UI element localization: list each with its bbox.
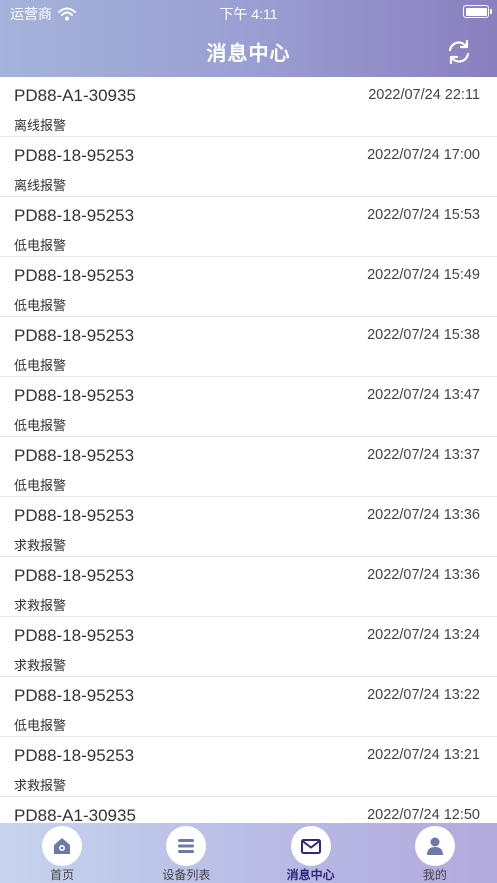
alarm-type: 离线报警: [14, 118, 67, 133]
message-time: 2022/07/24 12:50: [367, 807, 480, 823]
list-icon: [166, 826, 207, 866]
alarm-type: 低电报警: [14, 358, 67, 373]
message-item[interactable]: PD88-18-95253 2022/07/24 13:24 求救报警: [0, 617, 497, 677]
device-id: PD88-A1-30935: [14, 806, 136, 823]
alarm-type: 低电报警: [14, 478, 67, 493]
message-item[interactable]: PD88-A1-30935 2022/07/24 22:11 离线报警: [0, 77, 497, 137]
device-id: PD88-18-95253: [14, 146, 135, 165]
device-id: PD88-18-95253: [14, 746, 135, 765]
battery-icon: [463, 5, 492, 18]
message-item[interactable]: PD88-18-95253 2022/07/24 15:53 低电报警: [0, 197, 497, 257]
device-id: PD88-18-95253: [14, 686, 135, 705]
tab-bar: 首页 设备列表 消息中心 我的: [0, 823, 497, 883]
alarm-type: 低电报警: [14, 718, 67, 733]
page-title: 消息中心: [206, 43, 291, 65]
device-id: PD88-18-95253: [14, 386, 135, 405]
device-id: PD88-18-95253: [14, 326, 135, 345]
message-item[interactable]: PD88-18-95253 2022/07/24 13:36 求救报警: [0, 497, 497, 557]
alarm-type: 离线报警: [14, 178, 67, 193]
message-time: 2022/07/24 22:11: [368, 87, 480, 103]
device-id: PD88-A1-30935: [14, 86, 136, 105]
status-bar: 运营商 下午 4:11: [0, 0, 497, 26]
alarm-type: 求救报警: [14, 658, 67, 673]
tab-label: 设备列表: [162, 868, 211, 882]
message-item[interactable]: PD88-18-95253 2022/07/24 15:38 低电报警: [0, 317, 497, 377]
message-time: 2022/07/24 13:21: [367, 747, 480, 763]
alarm-type: 求救报警: [14, 538, 67, 553]
app-header: 运营商 下午 4:11 消息中心: [0, 0, 497, 77]
home-icon: [42, 826, 83, 866]
status-time: 下午 4:11: [219, 6, 278, 22]
mail-icon: [290, 826, 331, 866]
message-time: 2022/07/24 17:00: [367, 147, 480, 163]
tab-device-list[interactable]: 设备列表: [124, 823, 248, 883]
tab-mine[interactable]: 我的: [373, 823, 497, 883]
alarm-type: 求救报警: [14, 778, 67, 793]
alarm-type: 低电报警: [14, 298, 67, 313]
tab-home[interactable]: 首页: [0, 823, 124, 883]
message-item[interactable]: PD88-18-95253 2022/07/24 13:22 低电报警: [0, 677, 497, 737]
device-id: PD88-18-95253: [14, 626, 135, 645]
message-item[interactable]: PD88-18-95253 2022/07/24 13:47 低电报警: [0, 377, 497, 437]
message-item[interactable]: PD88-18-95253 2022/07/24 17:00 离线报警: [0, 137, 497, 197]
message-time: 2022/07/24 13:24: [367, 627, 480, 643]
message-item[interactable]: PD88-18-95253 2022/07/24 13:36 求救报警: [0, 557, 497, 617]
tab-label: 首页: [50, 868, 75, 882]
message-time: 2022/07/24 15:49: [367, 267, 480, 283]
message-time: 2022/07/24 13:22: [367, 687, 480, 703]
message-time: 2022/07/24 13:36: [367, 507, 480, 523]
message-item[interactable]: PD88-A1-30935 2022/07/24 12:50: [0, 797, 497, 823]
tab-label: 我的: [422, 868, 447, 882]
message-time: 2022/07/24 15:38: [367, 327, 480, 343]
device-id: PD88-18-95253: [14, 446, 135, 465]
message-time: 2022/07/24 15:53: [367, 207, 480, 223]
alarm-type: 低电报警: [14, 418, 67, 433]
device-id: PD88-18-95253: [14, 566, 135, 585]
tab-message-center[interactable]: 消息中心: [249, 823, 373, 883]
alarm-type: 求救报警: [14, 598, 67, 613]
message-item[interactable]: PD88-18-95253 2022/07/24 15:49 低电报警: [0, 257, 497, 317]
tab-label: 消息中心: [286, 868, 335, 882]
message-list[interactable]: PD88-A1-30935 2022/07/24 22:11 离线报警 PD88…: [0, 77, 497, 823]
message-time: 2022/07/24 13:47: [367, 387, 480, 403]
user-icon: [414, 826, 455, 866]
device-id: PD88-18-95253: [14, 266, 135, 285]
device-id: PD88-18-95253: [14, 506, 135, 525]
message-item[interactable]: PD88-18-95253 2022/07/24 13:37 低电报警: [0, 437, 497, 497]
device-id: PD88-18-95253: [14, 206, 135, 225]
message-time: 2022/07/24 13:37: [367, 447, 480, 463]
alarm-type: 低电报警: [14, 238, 67, 253]
message-time: 2022/07/24 13:36: [367, 567, 480, 583]
refresh-icon[interactable]: [445, 38, 473, 66]
message-item[interactable]: PD88-18-95253 2022/07/24 13:21 求救报警: [0, 737, 497, 797]
